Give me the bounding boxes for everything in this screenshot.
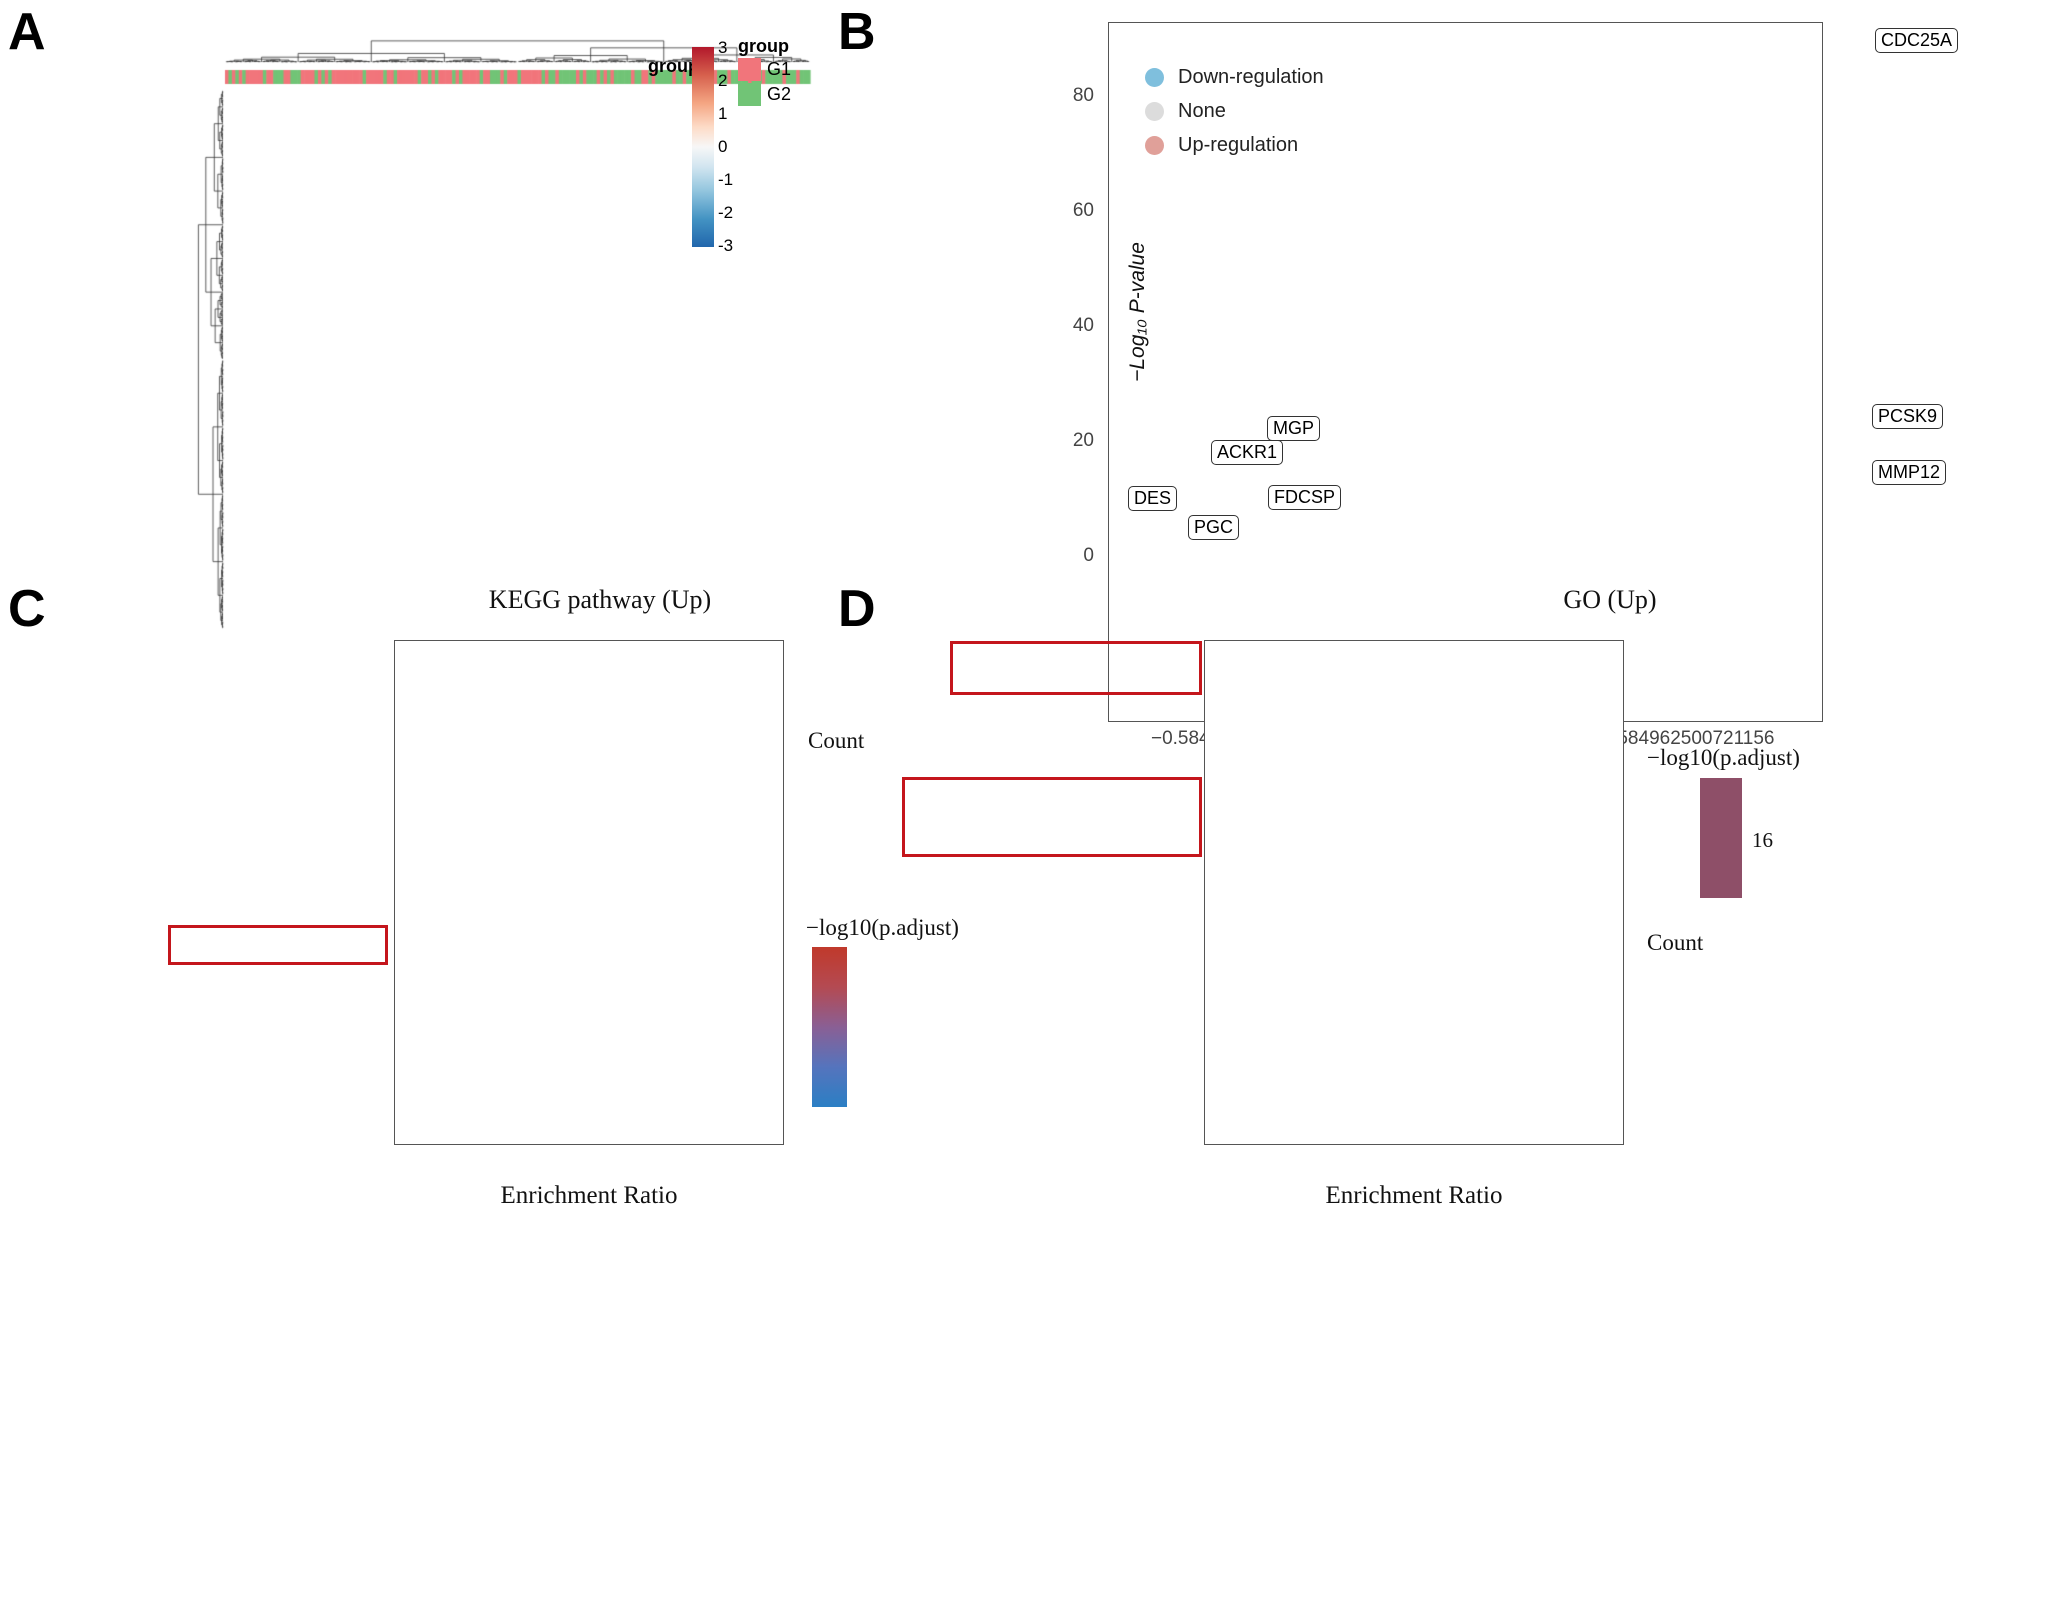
heatmap-colorbar	[692, 47, 714, 247]
volcano-legend: Down-regulation None Up-regulation	[1145, 60, 1324, 162]
group-label-g2: G2	[767, 84, 792, 104]
panel-c-title: KEGG pathway (Up)	[488, 585, 712, 614]
go-highlight-box-1	[950, 641, 1202, 695]
group-label-g1: G1	[767, 59, 792, 79]
volcano-ytick: 20	[1072, 430, 1094, 451]
go-scatter-canvas	[1204, 640, 1624, 1145]
kegg-count-legend-title: Count	[808, 728, 865, 753]
colorbar-tick: 0	[718, 137, 728, 156]
gene-label-pgc: PGC	[1188, 515, 1240, 540]
go-xlabel: Enrichment Ratio	[1325, 1182, 1503, 1209]
heatmap-panel-a	[160, 4, 1160, 644]
colorbar-tick: 2	[718, 71, 728, 90]
volcano-ylabel-text: −Log₁₀ P-value	[1126, 242, 1149, 382]
volcano-yticks: 0 20 40 60 80	[1060, 22, 1102, 722]
volcano-ylabel: −Log₁₀ P-value	[1126, 212, 1150, 412]
go-highlight-box-2	[902, 777, 1202, 857]
group-legend-item-g2: G2	[738, 83, 791, 106]
gene-label-pcsk9: PCSK9	[1872, 404, 1944, 429]
legend-dot-down	[1145, 67, 1164, 87]
go-color-legend-title: −log10(p.adjust)	[1647, 745, 1800, 770]
group-legend-title: group	[738, 36, 789, 56]
go-color-legend-tick: 16	[1752, 828, 1773, 852]
gene-label-cdc25a: CDC25A	[1875, 28, 1959, 53]
volcano-ytick: 60	[1072, 200, 1094, 221]
group-swatch-g1	[738, 58, 761, 81]
legend-dot-up	[1145, 135, 1164, 155]
legend-dot-none	[1145, 101, 1164, 121]
volcano-legend-item-none: None	[1145, 94, 1324, 128]
volcano-legend-item-up: Up-regulation	[1145, 128, 1324, 162]
colorbar-tick: 1	[718, 104, 728, 123]
kegg-color-legend-bar	[812, 947, 847, 1107]
panel-letter-b: B	[838, 3, 876, 61]
volcano-legend-label: Down-regulation	[1178, 65, 1324, 88]
gene-label-ackr1: ACKR1	[1211, 440, 1284, 465]
panel-letter-d: D	[838, 580, 876, 638]
volcano-legend-label: None	[1178, 99, 1226, 122]
kegg-color-legend-title: −log10(p.adjust)	[806, 915, 959, 940]
gene-label-fdcsp: FDCSP	[1268, 485, 1342, 510]
gene-label-des: DES	[1128, 486, 1178, 511]
gene-label-mgp: MGP	[1267, 416, 1321, 441]
group-legend-item-g1: G1	[738, 58, 791, 81]
go-color-legend-bar	[1700, 778, 1742, 898]
volcano-ytick: 40	[1072, 315, 1094, 336]
kegg-xlabel: Enrichment Ratio	[500, 1182, 678, 1209]
volcano-legend-label: Up-regulation	[1178, 133, 1299, 156]
go-count-legend-title: Count	[1647, 930, 1704, 955]
colorbar-tick: -3	[718, 236, 734, 255]
group-swatch-g2	[738, 83, 761, 106]
colorbar-tick: 3	[718, 38, 728, 57]
volcano-legend-item-down: Down-regulation	[1145, 60, 1324, 94]
gene-label-mmp12: MMP12	[1872, 460, 1947, 485]
volcano-ytick: 80	[1072, 85, 1094, 106]
kegg-highlight-box	[168, 925, 388, 965]
panel-letter-a: A	[8, 3, 46, 61]
panel-letter-c: C	[8, 580, 46, 638]
volcano-ytick: 0	[1083, 545, 1094, 566]
kegg-scatter-canvas	[394, 640, 784, 1145]
colorbar-tick: -2	[718, 203, 734, 222]
panel-d-title: GO (Up)	[1563, 585, 1657, 614]
colorbar-tick: -1	[718, 170, 734, 189]
